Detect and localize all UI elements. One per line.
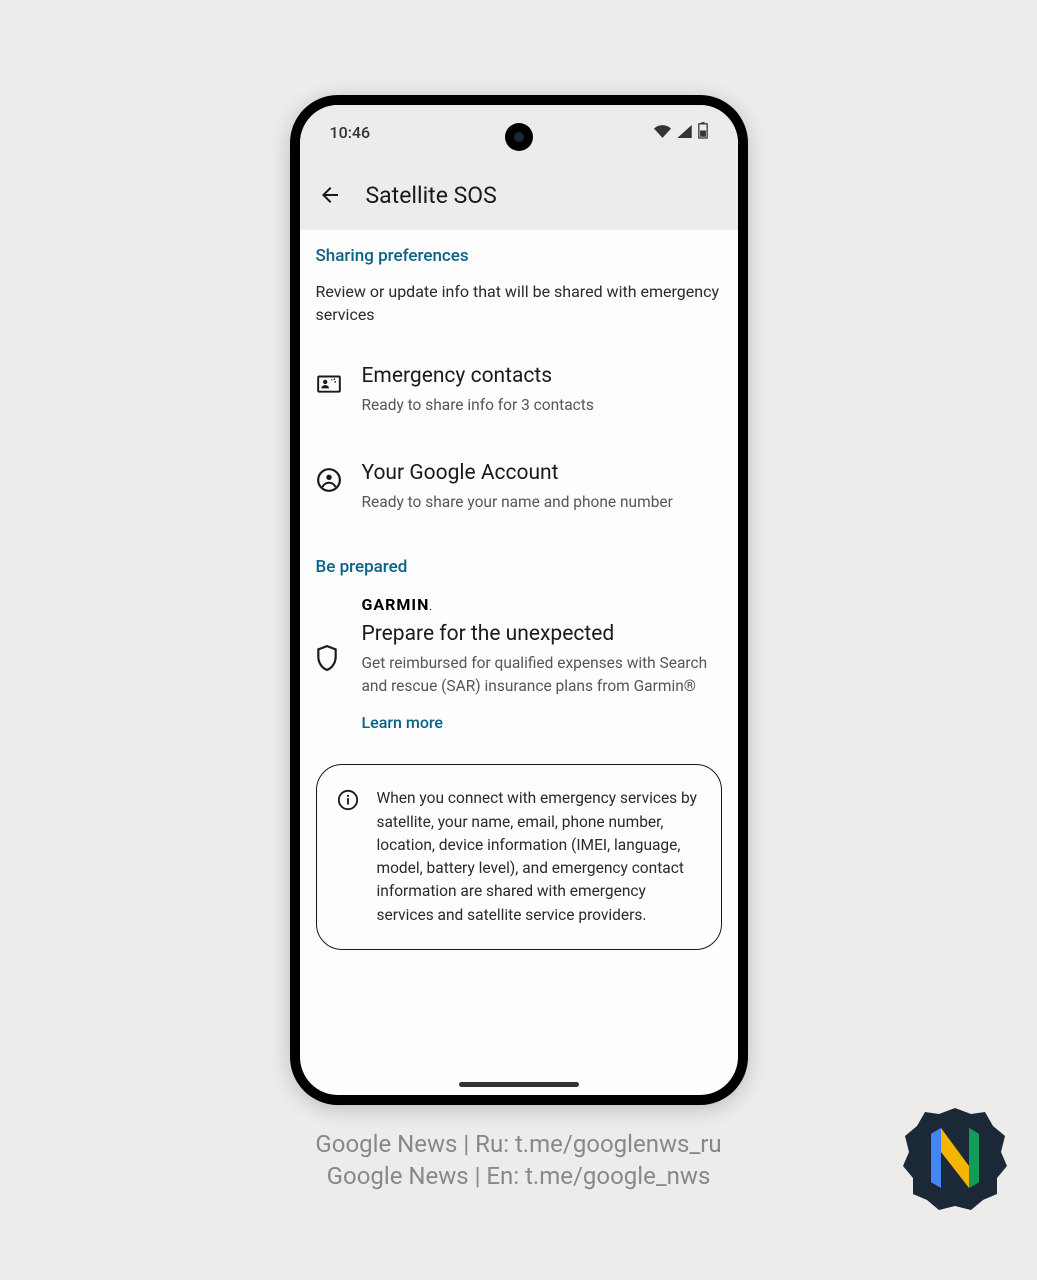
garmin-desc: Get reimbursed for qualified expenses wi…: [362, 652, 722, 697]
page-title: Satellite SOS: [366, 182, 497, 209]
phone-frame: 10:46 Satellite SOS Sharing preferences: [290, 95, 748, 1105]
emergency-contacts-title: Emergency contacts: [362, 364, 722, 388]
garmin-logo: GARMIN: [362, 595, 722, 614]
garmin-title: Prepare for the unexpected: [362, 622, 722, 646]
status-time: 10:46: [330, 123, 371, 142]
info-card: When you connect with emergency services…: [316, 764, 722, 950]
info-icon: [337, 789, 359, 811]
emergency-contacts-item[interactable]: Emergency contacts Ready to share info f…: [316, 364, 722, 416]
google-account-title: Your Google Account: [362, 461, 722, 485]
battery-icon: [698, 122, 708, 143]
contact-card-icon: [316, 370, 342, 396]
nav-handle[interactable]: [459, 1082, 579, 1087]
back-button[interactable]: [318, 183, 342, 207]
app-bar: Satellite SOS: [300, 160, 738, 230]
google-account-desc: Ready to share your name and phone numbe…: [362, 491, 722, 513]
camera-cutout: [505, 123, 533, 151]
google-account-item[interactable]: Your Google Account Ready to share your …: [316, 461, 722, 513]
signal-icon: [677, 123, 692, 142]
caption-line1: Google News | Ru: t.me/googlenws_ru: [315, 1130, 721, 1158]
caption-line2: Google News | En: t.me/google_nws: [327, 1162, 711, 1190]
info-text: When you connect with emergency services…: [377, 787, 701, 927]
emergency-contacts-desc: Ready to share info for 3 contacts: [362, 394, 722, 416]
shield-icon: [316, 645, 342, 671]
learn-more-link[interactable]: Learn more: [362, 713, 722, 732]
arrow-back-icon: [318, 183, 342, 207]
sharing-desc: Review or update info that will be share…: [316, 280, 722, 326]
wifi-icon: [654, 123, 671, 142]
account-circle-icon: [316, 467, 342, 493]
n-logo-icon: [927, 1126, 983, 1190]
source-badge: [901, 1104, 1009, 1212]
sharing-header: Sharing preferences: [316, 246, 722, 266]
prepared-header: Be prepared: [316, 557, 722, 577]
phone-screen: 10:46 Satellite SOS Sharing preferences: [300, 105, 738, 1095]
garmin-item[interactable]: GARMIN Prepare for the unexpected Get re…: [316, 595, 722, 732]
content-area: Sharing preferences Review or update inf…: [300, 230, 738, 950]
